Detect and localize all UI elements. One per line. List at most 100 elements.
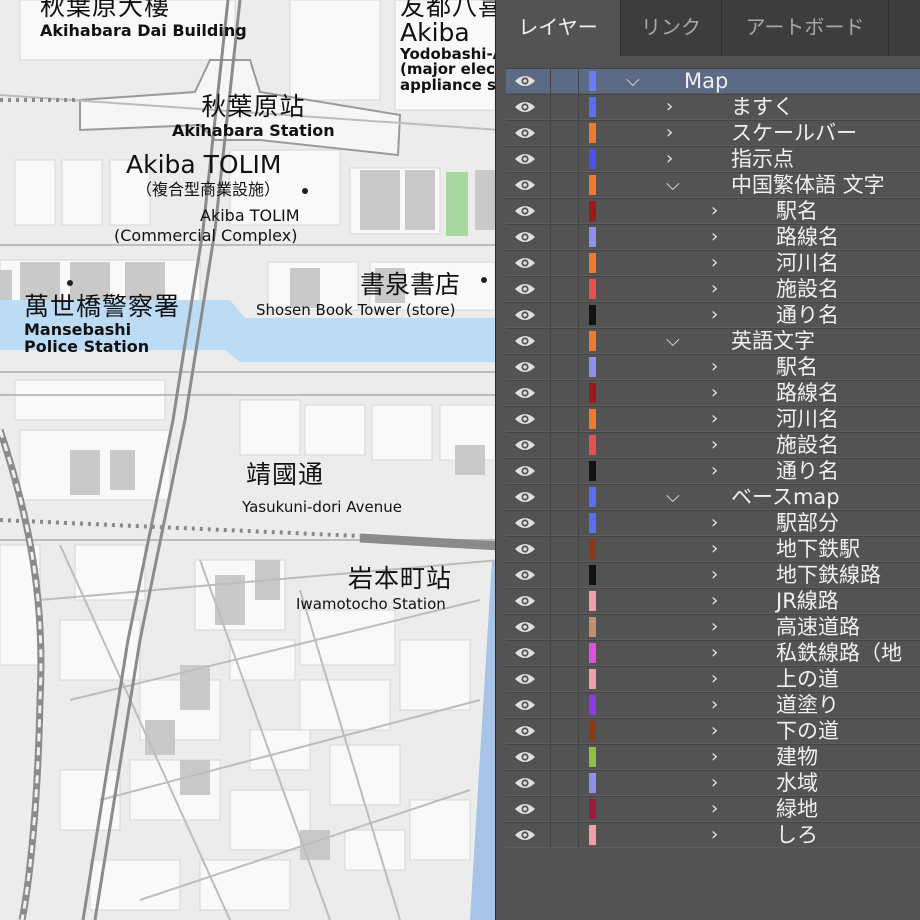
eye-icon[interactable] bbox=[514, 489, 536, 505]
layer-row[interactable]: › 施設名 bbox=[506, 276, 920, 302]
layer-row[interactable]: › スケールバー bbox=[506, 120, 920, 146]
eye-icon[interactable] bbox=[514, 307, 536, 323]
chevron-right-icon[interactable]: › bbox=[711, 408, 718, 429]
layer-row[interactable]: › 地下鉄線路 bbox=[506, 562, 920, 588]
chevron-right-icon[interactable]: › bbox=[711, 304, 718, 325]
eye-icon[interactable] bbox=[514, 593, 536, 609]
chevron-right-icon[interactable]: › bbox=[711, 564, 718, 585]
chevron-right-icon[interactable]: › bbox=[711, 590, 718, 611]
eye-icon[interactable] bbox=[514, 177, 536, 193]
eye-icon[interactable] bbox=[514, 151, 536, 167]
layer-row[interactable]: › 建物 bbox=[506, 744, 920, 770]
tab-links[interactable]: リンク bbox=[621, 0, 722, 56]
eye-icon[interactable] bbox=[514, 437, 536, 453]
chevron-right-icon[interactable]: › bbox=[711, 538, 718, 559]
eye-icon[interactable] bbox=[514, 697, 536, 713]
eye-icon[interactable] bbox=[514, 775, 536, 791]
tab-artboards[interactable]: アートボード bbox=[722, 0, 889, 56]
layer-row[interactable]: › 河川名 bbox=[506, 406, 920, 432]
chevron-right-icon[interactable]: › bbox=[711, 434, 718, 455]
eye-icon[interactable] bbox=[514, 411, 536, 427]
layer-color-swatch bbox=[589, 71, 596, 91]
eye-icon[interactable] bbox=[514, 749, 536, 765]
eye-icon[interactable] bbox=[514, 671, 536, 687]
layer-row[interactable]: › 地下鉄駅 bbox=[506, 536, 920, 562]
chevron-right-icon[interactable]: › bbox=[711, 824, 718, 845]
layer-row[interactable]: › 駅部分 bbox=[506, 510, 920, 536]
layer-row[interactable]: › 通り名 bbox=[506, 302, 920, 328]
layer-row[interactable]: ⌵ 英語文字 bbox=[506, 328, 920, 354]
eye-icon[interactable] bbox=[514, 723, 536, 739]
chevron-right-icon[interactable]: › bbox=[711, 798, 718, 819]
layer-row[interactable]: › 水域 bbox=[506, 770, 920, 796]
column-divider bbox=[578, 459, 579, 484]
eye-icon[interactable] bbox=[514, 463, 536, 479]
layer-row[interactable]: › 河川名 bbox=[506, 250, 920, 276]
layer-row[interactable]: › 施設名 bbox=[506, 432, 920, 458]
layer-row[interactable]: ⌵ 中国繁体語 文字 bbox=[506, 172, 920, 198]
eye-icon[interactable] bbox=[514, 359, 536, 375]
column-divider bbox=[578, 381, 579, 406]
chevron-right-icon[interactable]: › bbox=[711, 460, 718, 481]
layer-row[interactable]: › JR線路 bbox=[506, 588, 920, 614]
layer-row[interactable]: › 通り名 bbox=[506, 458, 920, 484]
chevron-right-icon[interactable]: › bbox=[666, 122, 673, 143]
chevron-right-icon[interactable]: › bbox=[666, 148, 673, 169]
eye-icon[interactable] bbox=[514, 385, 536, 401]
layer-row[interactable]: › 路線名 bbox=[506, 380, 920, 406]
chevron-down-icon[interactable]: ⌵ bbox=[666, 330, 680, 351]
layer-row[interactable]: › しろ bbox=[506, 822, 920, 848]
layer-row[interactable]: › 駅名 bbox=[506, 354, 920, 380]
chevron-right-icon[interactable]: › bbox=[711, 772, 718, 793]
layer-row[interactable]: › 道塗り bbox=[506, 692, 920, 718]
eye-icon[interactable] bbox=[514, 541, 536, 557]
layer-row[interactable]: › 私鉄線路（地 bbox=[506, 640, 920, 666]
map-canvas[interactable]: 秋葉原大樓 Akihabara Dai Building 友都八喜 Akiba … bbox=[0, 0, 500, 920]
layer-row[interactable]: › 高速道路 bbox=[506, 614, 920, 640]
eye-icon[interactable] bbox=[514, 281, 536, 297]
eye-icon[interactable] bbox=[514, 567, 536, 583]
chevron-right-icon[interactable]: › bbox=[711, 668, 718, 689]
layer-row[interactable]: ⌵ ベースmap bbox=[506, 484, 920, 510]
column-divider bbox=[578, 95, 579, 120]
chevron-right-icon[interactable]: › bbox=[711, 694, 718, 715]
layer-row[interactable]: › 下の道 bbox=[506, 718, 920, 744]
chevron-right-icon[interactable]: › bbox=[711, 720, 718, 741]
layer-row[interactable]: › 指示点 bbox=[506, 146, 920, 172]
chevron-right-icon[interactable]: › bbox=[711, 642, 718, 663]
eye-icon[interactable] bbox=[514, 99, 536, 115]
layer-row[interactable]: ⌵ Map bbox=[506, 68, 920, 94]
eye-icon[interactable] bbox=[514, 827, 536, 843]
chevron-right-icon[interactable]: › bbox=[711, 512, 718, 533]
eye-icon[interactable] bbox=[514, 801, 536, 817]
chevron-down-icon[interactable]: ⌵ bbox=[666, 174, 680, 195]
layer-row[interactable]: › 路線名 bbox=[506, 224, 920, 250]
eye-icon[interactable] bbox=[514, 125, 536, 141]
chevron-right-icon[interactable]: › bbox=[711, 616, 718, 637]
eye-icon[interactable] bbox=[514, 619, 536, 635]
layer-color-swatch bbox=[589, 695, 596, 715]
layer-row[interactable]: › ますく bbox=[506, 94, 920, 120]
eye-icon[interactable] bbox=[514, 515, 536, 531]
chevron-right-icon[interactable]: › bbox=[711, 200, 718, 221]
chevron-right-icon[interactable]: › bbox=[711, 382, 718, 403]
tab-layers[interactable]: レイヤー bbox=[496, 0, 621, 56]
chevron-right-icon[interactable]: › bbox=[711, 278, 718, 299]
eye-icon[interactable] bbox=[514, 229, 536, 245]
eye-icon[interactable] bbox=[514, 73, 536, 89]
chevron-right-icon[interactable]: › bbox=[666, 96, 673, 117]
column-divider bbox=[578, 511, 579, 536]
chevron-right-icon[interactable]: › bbox=[711, 746, 718, 767]
layer-row[interactable]: › 緑地 bbox=[506, 796, 920, 822]
chevron-right-icon[interactable]: › bbox=[711, 226, 718, 247]
chevron-right-icon[interactable]: › bbox=[711, 356, 718, 377]
eye-icon[interactable] bbox=[514, 333, 536, 349]
layer-row[interactable]: › 上の道 bbox=[506, 666, 920, 692]
eye-icon[interactable] bbox=[514, 203, 536, 219]
chevron-down-icon[interactable]: ⌵ bbox=[666, 486, 680, 507]
eye-icon[interactable] bbox=[514, 645, 536, 661]
chevron-down-icon[interactable]: ⌵ bbox=[626, 70, 640, 91]
eye-icon[interactable] bbox=[514, 255, 536, 271]
chevron-right-icon[interactable]: › bbox=[711, 252, 718, 273]
layer-row[interactable]: › 駅名 bbox=[506, 198, 920, 224]
